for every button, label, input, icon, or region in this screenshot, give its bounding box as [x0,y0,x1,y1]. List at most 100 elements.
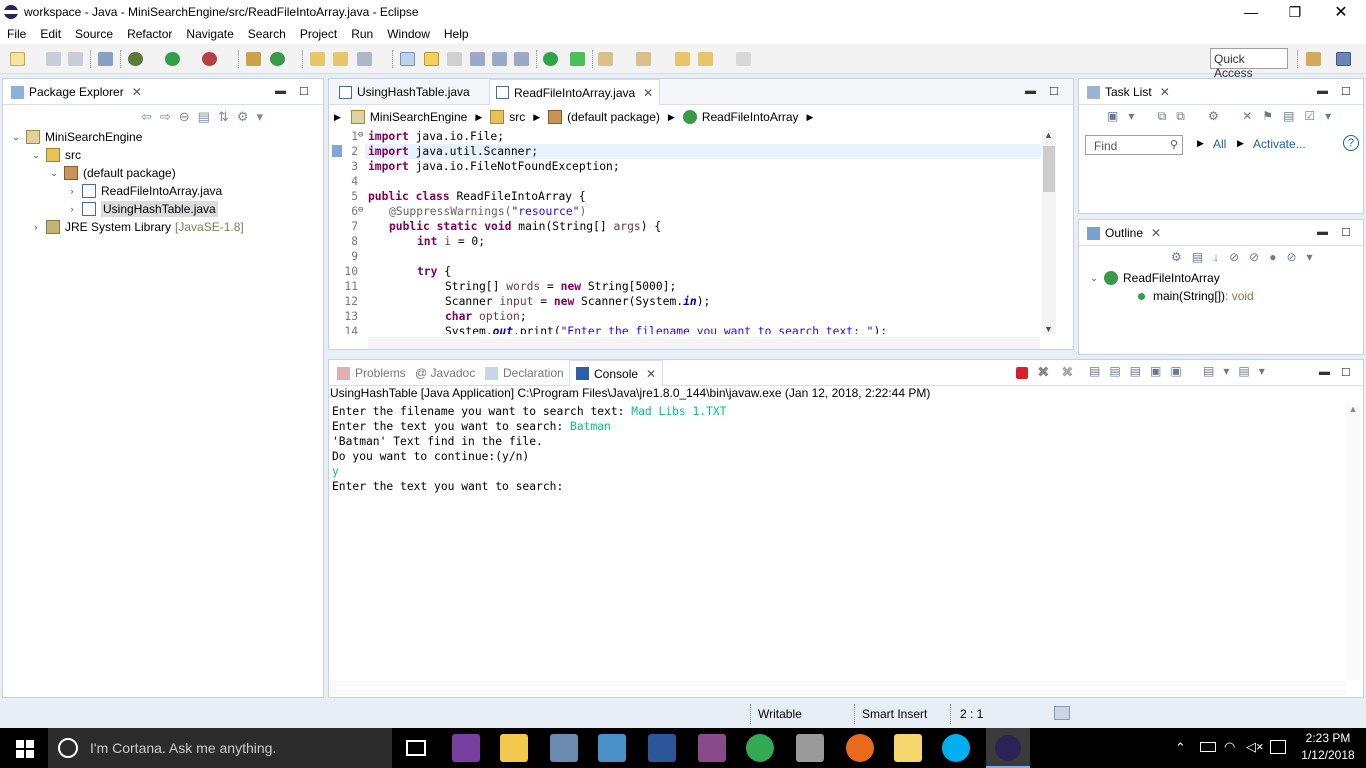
run-icon[interactable] [165,52,180,66]
collapse-icon[interactable]: ⌄ [48,168,60,179]
console-vertical-scrollbar[interactable]: ▲ [1346,404,1360,680]
tab-problems[interactable]: Problems [331,360,412,386]
menu-edit[interactable]: Edit [33,27,68,41]
status-insert-mode[interactable]: Smart Insert [862,704,927,724]
terminate-icon[interactable] [1016,367,1028,379]
notifications-icon[interactable] [1270,740,1286,754]
highlight-icon[interactable] [424,52,439,66]
task-view-icon[interactable] [406,740,426,756]
show-hidden-icons-icon[interactable]: ⌃ [1175,740,1186,756]
minimize-view-icon[interactable]: ▬ [1317,85,1328,97]
paint-icon[interactable] [550,734,578,762]
tree-item-jre-library[interactable]: › JRE System Library [JavaSE-1.8] [30,218,244,236]
show-whitespace-icon[interactable] [470,52,485,66]
remove-all-icon[interactable]: ✖ [1061,363,1074,381]
activate-link[interactable]: Activate... [1253,137,1306,151]
toggle-mark-occurrences-icon[interactable] [400,52,415,66]
maximize-view-icon[interactable]: ☐ [1341,85,1351,98]
sticky-notes-icon[interactable] [894,734,922,762]
new-java-class-icon[interactable] [270,52,285,66]
clock-date[interactable]: 1/12/2018 [1298,748,1358,762]
tree-item-src[interactable]: ⌄ src [30,146,81,164]
tab-task-list[interactable]: Task List ✕ [1081,79,1176,105]
minimize-button[interactable]: — [1228,0,1274,24]
maximize-view-icon[interactable]: ☐ [1049,85,1059,98]
tab-usinghashtable[interactable]: UsingHashTable.java [333,79,476,105]
collapse-icon[interactable]: ⌄ [1088,273,1100,284]
breadcrumb-project[interactable]: MiniSearchEngine [370,110,467,124]
maximize-view-icon[interactable]: ☐ [1341,366,1351,379]
menu-file[interactable]: File [0,27,33,41]
tree-item-default-package[interactable]: ⌄ (default package) [48,164,176,182]
battery-icon[interactable] [1200,742,1216,752]
tab-console[interactable]: Console ✕ [569,360,664,386]
remove-launch-icon[interactable]: ✖ [1037,363,1050,381]
external-tools-icon[interactable] [202,52,217,66]
console-toolbar[interactable]: ▤▤▤▣▣ ▤▾▤▾ [1089,364,1349,382]
notepad-icon[interactable] [598,734,626,762]
firefox-icon[interactable] [846,734,874,762]
close-tab-icon[interactable]: ✕ [643,86,653,100]
java-perspective-icon[interactable] [1336,52,1351,66]
collapse-icon[interactable]: ⌄ [10,132,22,143]
menu-project[interactable]: Project [293,27,344,41]
menu-refactor[interactable]: Refactor [120,27,179,41]
next-annotation-icon[interactable] [598,52,613,66]
task-list-toolbar[interactable]: ▣▾ ⧉⧉ ⚙ ✕⚑▤☑▾ [1107,109,1347,127]
skype-icon[interactable] [942,734,970,762]
save-all-icon[interactable] [68,52,83,66]
outline-toolbar[interactable]: ⚙▤↓⊘⊘●⊘▾ [1171,250,1361,268]
minimize-view-icon[interactable]: ▬ [1317,226,1328,238]
prev-annotation-icon[interactable] [636,52,651,66]
task-find-input[interactable]: Find ⚲ [1085,135,1183,155]
close-tab-icon[interactable]: ✕ [132,85,142,99]
snipping-tool-icon[interactable] [796,734,824,762]
forward-icon[interactable] [736,52,751,66]
file-explorer-icon[interactable] [500,734,528,762]
volume-icon[interactable]: ◁× [1246,739,1264,755]
expand-icon[interactable]: › [30,222,42,232]
console-horizontal-scrollbar[interactable] [330,681,1346,695]
breadcrumb-package[interactable]: (default package) [567,110,660,124]
editor-vertical-scrollbar[interactable]: ▲ ▼ [1042,130,1056,334]
new-icon[interactable] [10,52,25,66]
block-selection-icon[interactable] [447,52,462,66]
tab-outline[interactable]: Outline ✕ [1081,220,1167,246]
menu-search[interactable]: Search [241,27,293,41]
new-java-package-icon[interactable] [246,52,261,66]
word-icon[interactable] [648,734,676,762]
ant-icon[interactable] [543,52,558,66]
menu-help[interactable]: Help [437,27,476,41]
all-link[interactable]: All [1213,137,1226,151]
clock-time[interactable]: 2:23 PM [1298,731,1358,745]
package-explorer-toolbar[interactable]: ⇦⇨⊖▤⇅⚙▾ [141,109,316,127]
wifi-icon[interactable]: ◠ [1224,739,1235,755]
maximize-view-icon[interactable]: ☐ [299,85,309,98]
minimize-view-icon[interactable]: ▬ [275,85,286,97]
quick-access-input[interactable]: Quick Access [1210,48,1288,80]
skip-breakpoints-icon[interactable] [98,52,113,66]
menu-navigate[interactable]: Navigate [179,27,240,41]
tab-javadoc[interactable]: @ Javadoc [409,360,481,386]
close-tab-icon[interactable]: ✕ [1160,85,1170,99]
open-folder-icon[interactable] [333,52,348,66]
tab-package-explorer[interactable]: Package Explorer ✕ [5,79,148,105]
restore-button[interactable]: ❐ [1272,0,1318,24]
help-icon[interactable]: ? [1343,135,1359,151]
cortana-search-box[interactable]: I'm Cortana. Ask me anything. [48,728,392,768]
tree-item-usinghashtable[interactable]: › UsingHashTable.java [66,200,218,218]
minimize-view-icon[interactable]: ▬ [1025,85,1036,97]
collapse-icon[interactable]: ⌄ [30,150,42,161]
outline-method[interactable]: main(String[]) : void [1138,287,1254,305]
close-tab-icon[interactable]: ✕ [646,367,656,381]
outline-class[interactable]: ⌄ ReadFileIntoArray [1088,269,1220,287]
tab-declaration[interactable]: Declaration [479,360,570,386]
menu-run[interactable]: Run [344,27,380,41]
word-wrap-icon[interactable] [492,52,507,66]
expand-icon[interactable]: › [66,204,78,214]
menu-source[interactable]: Source [68,27,120,41]
breadcrumb-src[interactable]: src [509,110,525,124]
onenote-icon[interactable] [452,734,480,762]
maximize-view-icon[interactable]: ☐ [1341,226,1351,239]
coverage-icon[interactable] [570,52,585,66]
